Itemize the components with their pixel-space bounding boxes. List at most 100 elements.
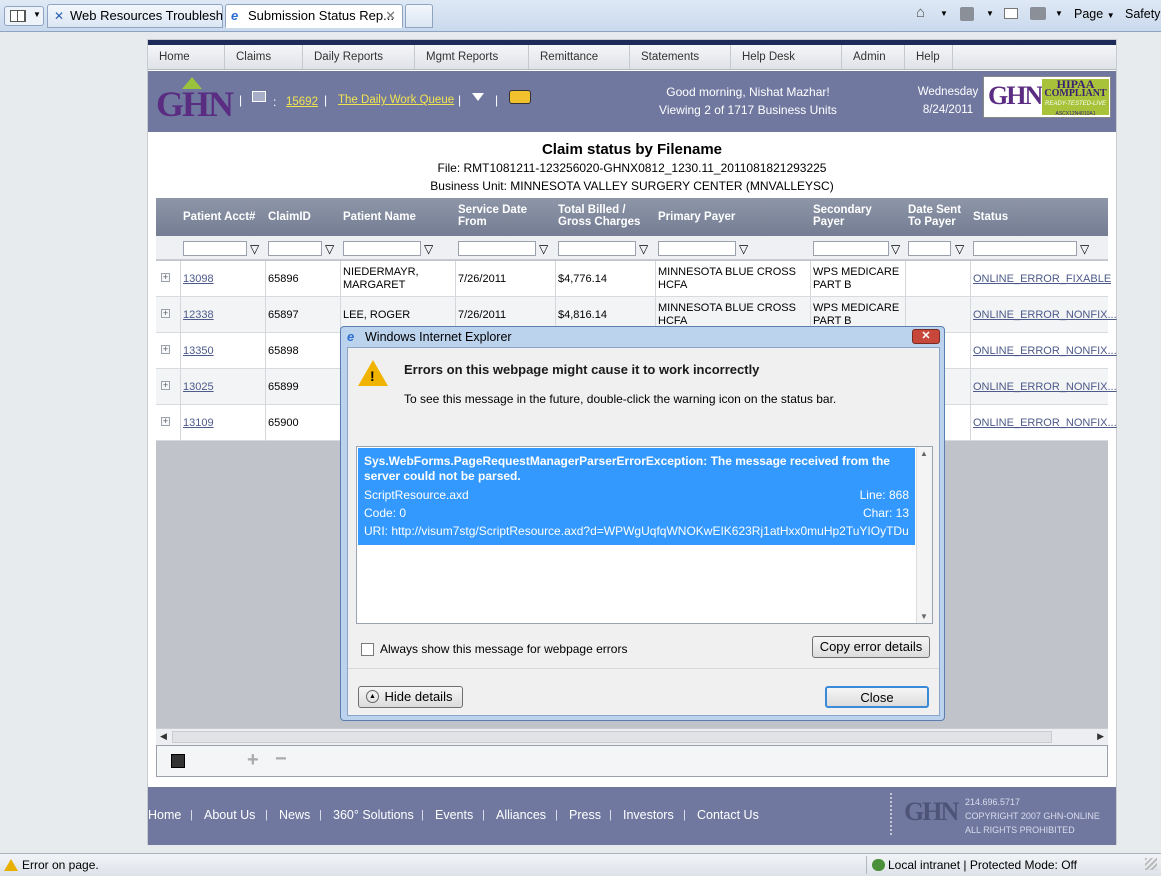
nav-statements[interactable]: Statements <box>630 45 731 69</box>
chevron-down-icon[interactable]: ▼ <box>940 6 948 22</box>
nav-remittance[interactable]: Remittance <box>529 45 630 69</box>
footer-about-us[interactable]: About Us <box>204 808 255 822</box>
status-link[interactable]: ONLINE_ERROR_NONFIX... <box>973 381 1117 394</box>
close-tab-icon[interactable]: ✕ <box>385 5 396 27</box>
horizontal-scrollbar[interactable]: ◀ ▶ <box>156 728 1108 745</box>
filter-input-name[interactable] <box>343 241 421 256</box>
nav-home[interactable]: Home <box>148 45 225 69</box>
scroll-up-icon[interactable]: ▲ <box>920 449 928 458</box>
filter-icon[interactable] <box>472 93 484 101</box>
status-link[interactable]: ONLINE_ERROR_FIXABLE <box>973 273 1111 286</box>
filter-icon[interactable]: ▽ <box>955 242 965 256</box>
footer-news[interactable]: News <box>279 808 310 822</box>
status-link[interactable]: ONLINE_ERROR_NONFIX... <box>973 345 1117 358</box>
filter-icon[interactable]: ▽ <box>1080 242 1090 256</box>
remove-icon[interactable]: − <box>275 748 287 771</box>
patient-acct-link[interactable]: 13350 <box>183 345 214 358</box>
nav-admin[interactable]: Admin <box>842 45 905 69</box>
nav-claims[interactable]: Claims <box>225 45 303 69</box>
vertical-scrollbar[interactable]: ▲ ▼ <box>916 447 932 623</box>
status-message[interactable]: Error on page. <box>22 854 99 876</box>
scroll-right-icon[interactable]: ▶ <box>1097 731 1104 742</box>
filter-input-secondary[interactable] <box>813 241 889 256</box>
footer-press[interactable]: Press <box>569 808 601 822</box>
page-menu[interactable]: Page ▼ <box>1074 6 1115 24</box>
patient-acct-link[interactable]: 13109 <box>183 417 214 430</box>
new-tab-button[interactable] <box>405 4 433 28</box>
scroll-thumb[interactable] <box>172 731 1052 743</box>
error-entry[interactable]: Sys.WebForms.PageRequestManagerParserErr… <box>358 448 915 545</box>
resize-grip-icon[interactable] <box>1145 858 1157 870</box>
filter-icon[interactable]: ▽ <box>539 242 549 256</box>
close-icon[interactable]: ✕ <box>912 329 940 344</box>
col-patient-name[interactable]: Patient Name <box>343 211 416 223</box>
status-link[interactable]: ONLINE_ERROR_NONFIX... <box>973 309 1117 322</box>
mail-icon[interactable] <box>1004 8 1018 19</box>
chevron-down-icon[interactable]: ▼ <box>986 6 994 22</box>
add-icon[interactable]: + <box>247 749 259 772</box>
patient-acct-link[interactable]: 12338 <box>183 309 214 322</box>
hide-details-button[interactable]: ▲ Hide details <box>358 686 463 708</box>
print-icon[interactable] <box>1030 7 1046 20</box>
status-link[interactable]: ONLINE_ERROR_NONFIX... <box>973 417 1117 430</box>
col-patient-acct[interactable]: Patient Acct# <box>183 211 255 223</box>
messages-icon[interactable] <box>252 91 266 102</box>
footer-investors[interactable]: Investors <box>623 808 674 822</box>
footer-events[interactable]: Events <box>435 808 473 822</box>
filter-icon[interactable]: ▽ <box>424 242 434 256</box>
expand-icon[interactable]: + <box>161 309 170 318</box>
col-service-date[interactable]: Service Date From <box>458 204 527 228</box>
save-icon[interactable] <box>171 754 185 768</box>
filter-icon[interactable]: ▽ <box>325 242 335 256</box>
filter-input-acct[interactable] <box>183 241 247 256</box>
col-date-sent[interactable]: Date Sent To Payer <box>908 204 961 228</box>
chevron-down-icon[interactable]: ▼ <box>1055 6 1063 22</box>
ghn-logo[interactable]: GHN <box>156 77 234 125</box>
patient-acct-link[interactable]: 13025 <box>183 381 214 394</box>
nav-mgmt-reports[interactable]: Mgmt Reports <box>415 45 529 69</box>
filter-icon[interactable]: ▽ <box>739 242 749 256</box>
work-queue-link[interactable]: The Daily Work Queue <box>338 94 454 106</box>
patient-acct-link[interactable]: 13098 <box>183 273 214 286</box>
col-secondary-payer[interactable]: Secondary Payer <box>813 204 872 228</box>
expand-icon[interactable]: + <box>161 417 170 426</box>
footer-alliances[interactable]: Alliances <box>496 808 546 822</box>
warning-icon[interactable] <box>4 859 18 871</box>
always-show-checkbox[interactable] <box>361 643 374 656</box>
filter-input-service-date[interactable] <box>458 241 536 256</box>
safety-menu[interactable]: Safety <box>1125 6 1160 22</box>
nav-help-desk[interactable]: Help Desk <box>731 45 842 69</box>
error-details-box[interactable]: Sys.WebForms.PageRequestManagerParserErr… <box>356 446 933 624</box>
filter-input-billed[interactable] <box>558 241 636 256</box>
filter-icon[interactable]: ▽ <box>639 242 649 256</box>
col-claimid[interactable]: ClaimID <box>268 211 311 223</box>
handshake-icon[interactable] <box>509 90 531 104</box>
tab-web-resources[interactable]: ✕ Web Resources Troublesh... <box>47 4 223 28</box>
nav-daily-reports[interactable]: Daily Reports <box>303 45 415 69</box>
filter-input-claimid[interactable] <box>268 241 322 256</box>
quick-tabs-button[interactable]: ▼ <box>4 6 44 26</box>
expand-icon[interactable]: + <box>161 381 170 390</box>
filter-input-date-sent[interactable] <box>908 241 951 256</box>
expand-icon[interactable]: + <box>161 273 170 282</box>
filter-icon[interactable]: ▽ <box>250 242 260 256</box>
copy-error-details-button[interactable]: Copy error details <box>812 636 930 658</box>
home-icon[interactable]: ⌂ <box>916 5 925 21</box>
expand-icon[interactable]: + <box>161 345 170 354</box>
tab-submission-status[interactable]: e Submission Status Rep... ✕ <box>225 4 403 28</box>
filter-input-status[interactable] <box>973 241 1077 256</box>
filter-input-primary[interactable] <box>658 241 736 256</box>
col-primary-payer[interactable]: Primary Payer <box>658 211 735 223</box>
scroll-left-icon[interactable]: ◀ <box>160 731 167 742</box>
col-status[interactable]: Status <box>973 211 1008 223</box>
nav-help[interactable]: Help <box>905 45 953 69</box>
footer-contact-us[interactable]: Contact Us <box>697 808 759 822</box>
col-total-billed[interactable]: Total Billed / Gross Charges <box>558 204 640 228</box>
message-count-link[interactable]: 15692 <box>286 96 318 108</box>
footer-360-solutions[interactable]: 360° Solutions <box>333 808 414 822</box>
scroll-down-icon[interactable]: ▼ <box>920 612 928 621</box>
feeds-icon[interactable] <box>960 7 974 21</box>
footer-home[interactable]: Home <box>148 808 181 822</box>
filter-icon[interactable]: ▽ <box>891 242 901 256</box>
close-button[interactable]: Close <box>825 686 929 708</box>
